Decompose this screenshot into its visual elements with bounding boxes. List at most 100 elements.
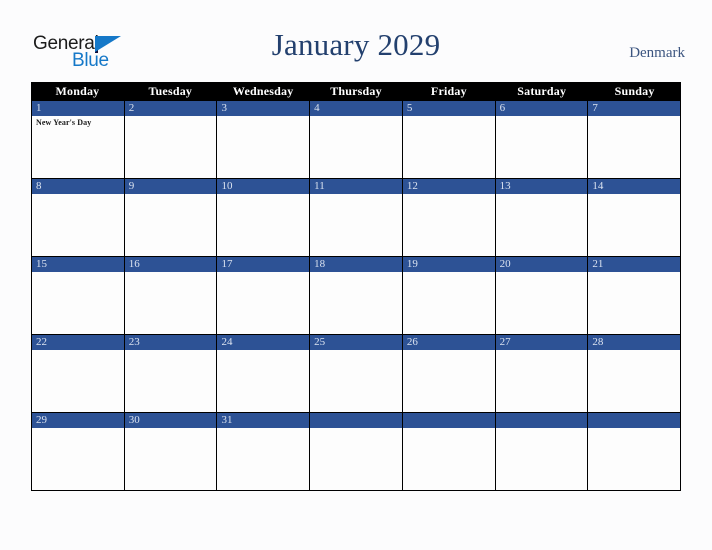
day-number: 23 (124, 335, 217, 350)
weekday-header-wednesday: Wednesday (232, 84, 294, 98)
day-number: 19 (402, 257, 495, 272)
weekday-header-sunday: Sunday (614, 84, 655, 98)
day-number: 30 (124, 413, 217, 428)
day-events (588, 350, 680, 412)
day-number: 4 (310, 101, 402, 116)
calendar-day-cell[interactable]: 10 (216, 179, 310, 256)
day-events (32, 428, 124, 490)
day-events (32, 194, 124, 256)
weekday-header-tuesday: Tuesday (148, 84, 193, 98)
calendar-day-cell[interactable]: 11 (309, 179, 402, 256)
calendar-day-cell[interactable]: 7 (587, 101, 681, 178)
day-number: 29 (32, 413, 124, 428)
day-number: 15 (32, 257, 124, 272)
country-label: Denmark (629, 45, 685, 61)
calendar-day-cell[interactable]: 24 (216, 335, 310, 412)
day-events (496, 116, 588, 178)
calendar-day-cell[interactable]: 9 (123, 179, 217, 256)
day-number: 1 (32, 101, 124, 116)
page-header: General Blue January 2029 Denmark (0, 0, 712, 82)
calendar-day-cell[interactable]: 31 (216, 413, 310, 490)
calendar-day-cell[interactable]: 25 (309, 335, 402, 412)
calendar-day-cell[interactable]: 19 (401, 257, 495, 334)
calendar-day-cell[interactable]: 22 (32, 335, 124, 412)
calendar-day-cell[interactable]: 17 (216, 257, 310, 334)
day-events (403, 194, 495, 256)
calendar-empty-cell[interactable] (494, 413, 588, 490)
day-number: 8 (32, 179, 124, 194)
day-number: 25 (310, 335, 402, 350)
calendar-grid: Monday Tuesday Wednesday Thursday Friday Satu… (31, 82, 681, 491)
day-number: 21 (588, 257, 681, 272)
day-number: 12 (402, 179, 495, 194)
day-events (217, 116, 309, 178)
day-events (32, 350, 124, 412)
calendar-day-cell[interactable]: 20 (494, 257, 588, 334)
page-title: January 2029 (271, 27, 441, 62)
weekday-header-friday: Friday (430, 84, 467, 98)
calendar-day-cell[interactable]: 4 (309, 101, 402, 178)
calendar-day-cell[interactable]: 18 (309, 257, 402, 334)
calendar-day-cell[interactable]: 12 (401, 179, 495, 256)
day-events (496, 272, 588, 334)
calendar-day-cell[interactable]: 13 (494, 179, 588, 256)
day-number: 11 (310, 179, 402, 194)
day-events (310, 428, 402, 490)
day-number (588, 413, 681, 428)
day-number: 13 (495, 179, 588, 194)
calendar-day-cell[interactable]: 28 (587, 335, 681, 412)
calendar-day-cell[interactable]: 6 (494, 101, 588, 178)
calendar-day-cell[interactable]: 27 (494, 335, 588, 412)
day-number: 31 (217, 413, 310, 428)
day-number: 6 (495, 101, 588, 116)
day-events (217, 350, 309, 412)
calendar-day-cell[interactable]: 30 (123, 413, 217, 490)
weekday-header-thursday: Thursday (330, 84, 382, 98)
day-number: 2 (124, 101, 217, 116)
calendar-empty-cell[interactable] (401, 413, 495, 490)
day-number: 18 (310, 257, 402, 272)
day-events (125, 428, 217, 490)
calendar-day-cell[interactable]: 23 (123, 335, 217, 412)
calendar-day-cell[interactable]: 29 (32, 413, 124, 490)
day-events (588, 428, 680, 490)
calendar-week-row: 22 23 24 25 26 27 28 (32, 334, 681, 412)
calendar-day-cell[interactable]: 1 New Year's Day (32, 101, 124, 178)
day-number: 24 (217, 335, 310, 350)
calendar-week-row: 29 30 31 (32, 412, 681, 490)
calendar-day-cell[interactable]: 15 (32, 257, 124, 334)
day-events (217, 194, 309, 256)
calendar-day-cell[interactable]: 21 (587, 257, 681, 334)
day-events (217, 272, 309, 334)
day-events (496, 194, 588, 256)
day-number: 5 (402, 101, 495, 116)
day-number: 14 (588, 179, 681, 194)
calendar-day-cell[interactable]: 5 (401, 101, 495, 178)
calendar-day-cell[interactable]: 14 (587, 179, 681, 256)
day-events (496, 428, 588, 490)
calendar-day-cell[interactable]: 8 (32, 179, 124, 256)
day-number: 22 (32, 335, 124, 350)
calendar-empty-cell[interactable] (587, 413, 681, 490)
day-events (125, 350, 217, 412)
calendar-day-cell[interactable]: 2 (123, 101, 217, 178)
day-events (32, 272, 124, 334)
day-number: 3 (217, 101, 310, 116)
calendar-day-cell[interactable]: 16 (123, 257, 217, 334)
day-events (310, 350, 402, 412)
day-number: 17 (217, 257, 310, 272)
calendar-empty-cell[interactable] (309, 413, 402, 490)
calendar-weeks: 1 New Year's Day 2 3 4 5 6 7 8 9 10 11 12 13 14 15 16 17 1… (31, 101, 681, 491)
calendar-week-row: 15 16 17 18 19 20 21 (32, 256, 681, 334)
holiday-label: New Year's Day (36, 118, 92, 127)
day-events (588, 194, 680, 256)
calendar-day-cell[interactable]: 3 (216, 101, 310, 178)
day-events (310, 272, 402, 334)
day-number: 7 (588, 101, 681, 116)
day-events (496, 350, 588, 412)
calendar-day-cell[interactable]: 26 (401, 335, 495, 412)
day-number: 28 (588, 335, 681, 350)
day-events (217, 428, 309, 490)
day-number: 26 (402, 335, 495, 350)
day-number: 20 (495, 257, 588, 272)
